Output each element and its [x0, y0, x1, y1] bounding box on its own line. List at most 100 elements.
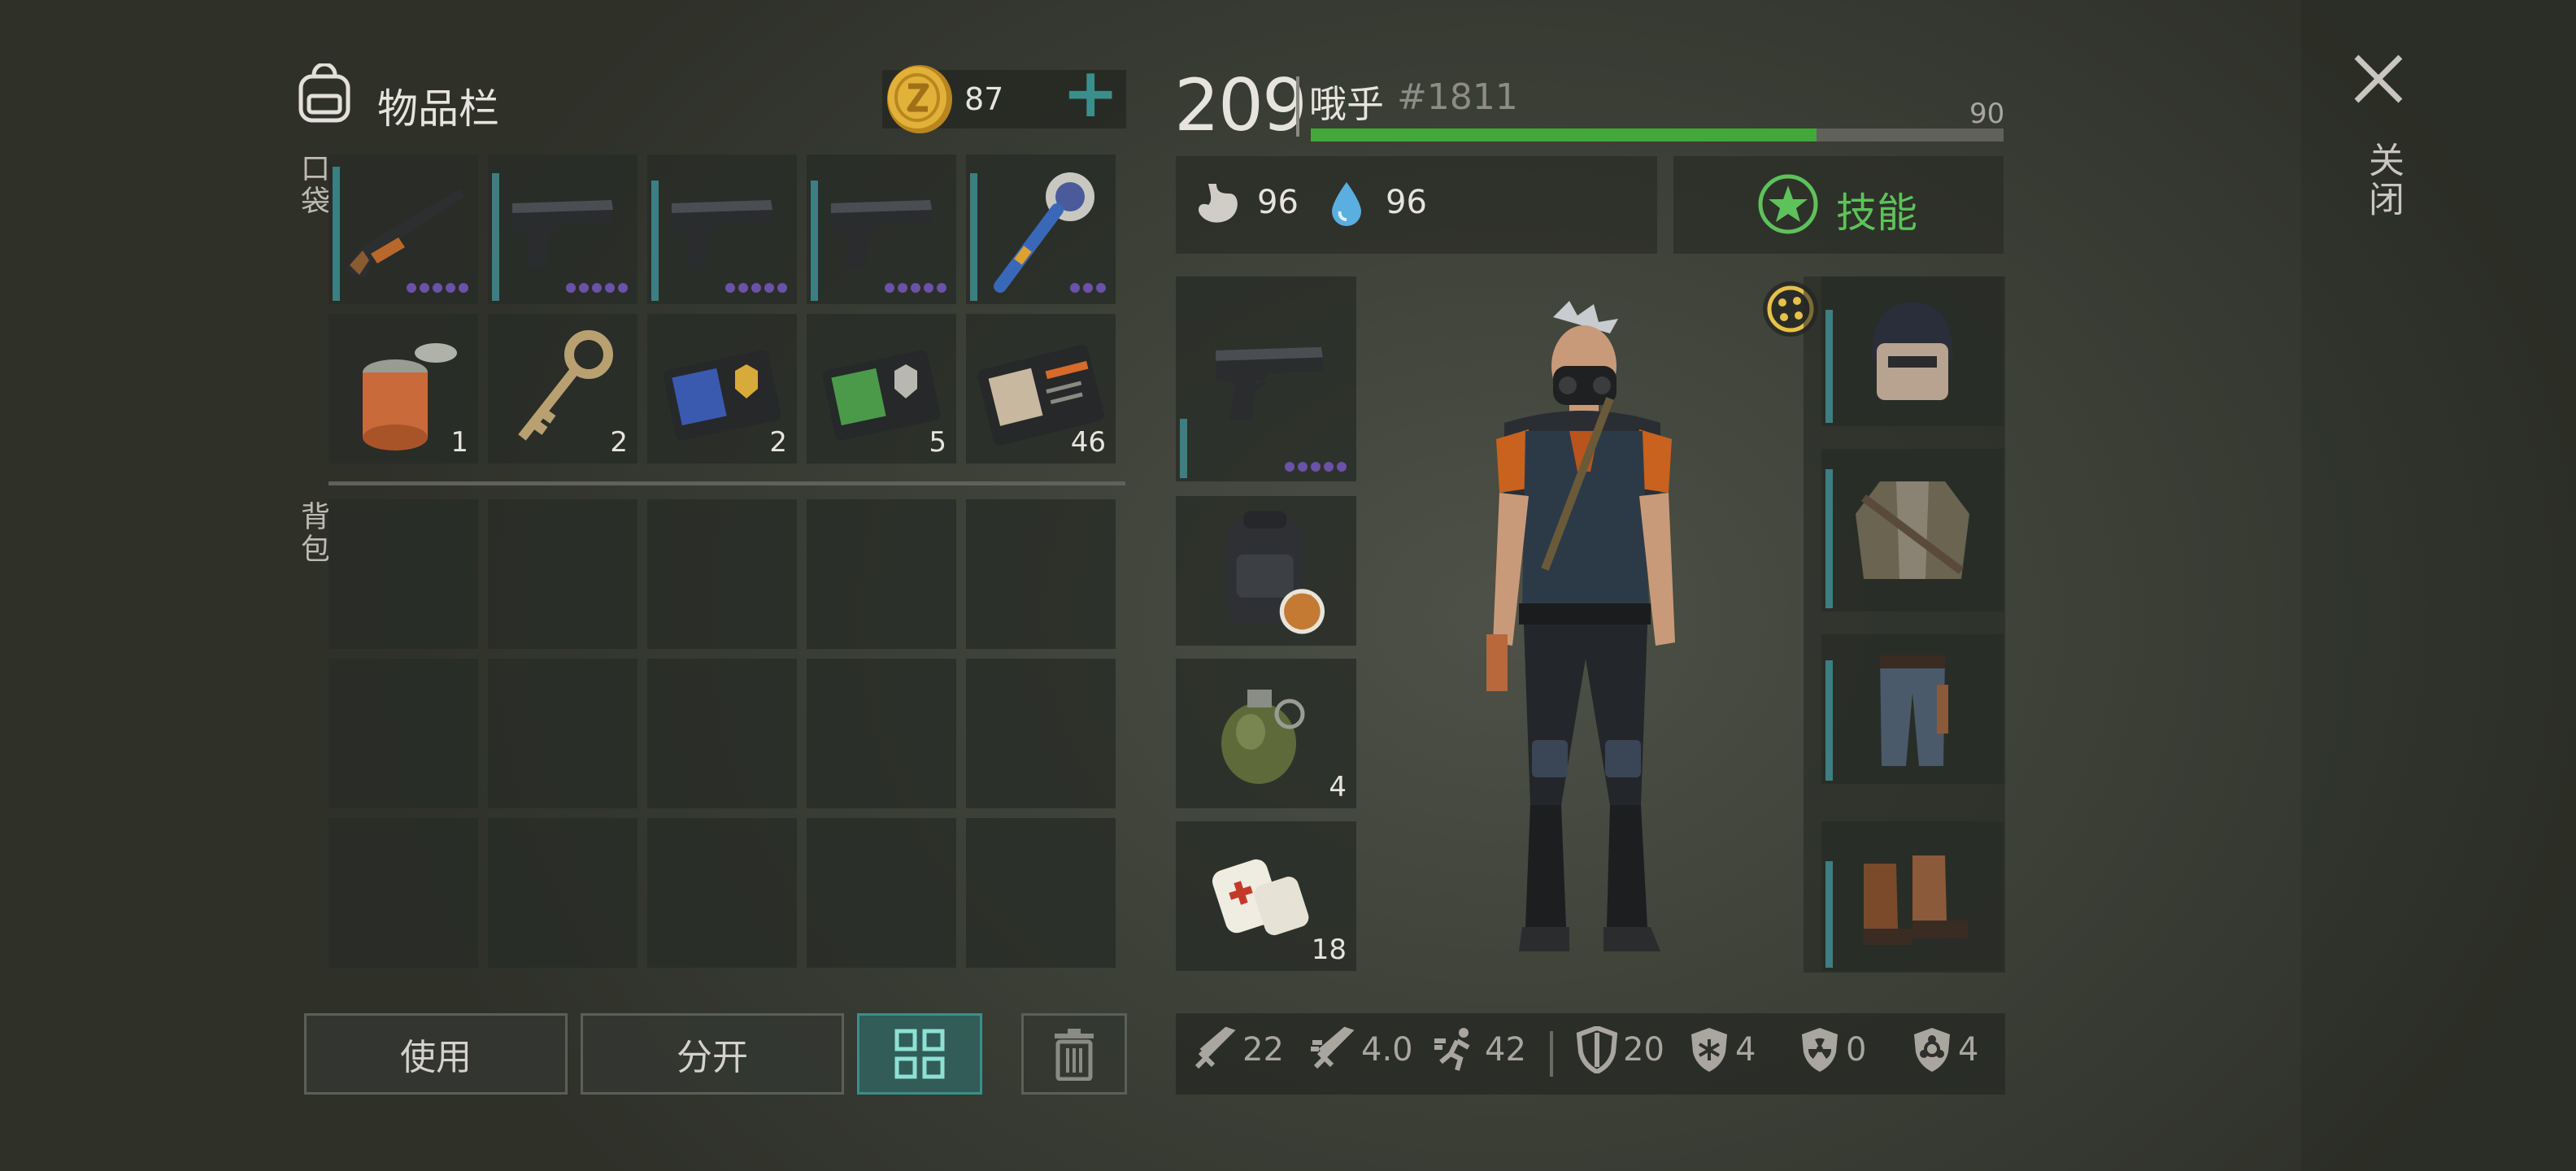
stat-cold-resist: 4 — [1688, 1026, 1756, 1073]
pockets-label: 口袋 — [296, 153, 329, 218]
backpack-slot[interactable] — [329, 818, 478, 968]
pocket-slot[interactable] — [647, 155, 797, 304]
durability-bar — [1825, 310, 1833, 423]
pocket-slot[interactable] — [329, 155, 478, 304]
durability-dots — [1070, 283, 1106, 293]
inventory-header: 物品栏 87 + — [293, 59, 1126, 135]
durability-dots — [407, 283, 468, 293]
helmet-icon — [1872, 303, 1953, 400]
stat-move-speed-value: 42 — [1485, 1031, 1526, 1069]
pocket-slot[interactable]: 2 — [488, 314, 637, 464]
armor-slot[interactable] — [1821, 276, 2004, 426]
backpack-slot[interactable] — [966, 499, 1116, 649]
swift-sword-icon — [1311, 1026, 1355, 1069]
pants-icon — [1880, 655, 1948, 766]
stat-damage: 22 — [1190, 1026, 1284, 1073]
coin-icon — [887, 65, 952, 133]
equipped-weapon-slot[interactable] — [1176, 276, 1356, 481]
pocket-slot[interactable] — [807, 155, 956, 304]
stat-attack-speed-value: 4.0 — [1361, 1031, 1413, 1069]
item-count: 5 — [929, 426, 946, 459]
backpack-slot[interactable] — [647, 659, 797, 808]
grenade-icon — [1221, 690, 1305, 784]
durability-bar — [1825, 861, 1833, 968]
blue-badge-wallet-icon — [663, 350, 781, 441]
pocket-slot[interactable] — [488, 155, 637, 304]
player-level: 209 — [1174, 63, 1308, 147]
close-label: 关闭 — [2362, 141, 2404, 220]
pistol-icon — [1216, 346, 1323, 420]
stat-defense: 20 — [1576, 1026, 1664, 1073]
split-button[interactable]: 分开 — [581, 1013, 844, 1095]
pocket-slot[interactable]: 2 — [647, 314, 797, 464]
stat-move-speed: 42 — [1433, 1026, 1526, 1073]
add-coins-button[interactable]: + — [1062, 59, 1119, 127]
backpack-slot[interactable] — [488, 818, 637, 968]
player-name: 哦乎 — [1309, 82, 1384, 126]
backpack-slot[interactable] — [807, 818, 956, 968]
xp-bar-fill — [1311, 128, 1817, 141]
stat-toxic-resist-value: 4 — [1958, 1031, 1979, 1069]
stat-defense-value: 20 — [1623, 1031, 1664, 1069]
backpack-slot[interactable] — [807, 499, 956, 649]
durability-dots — [885, 283, 946, 293]
close-button[interactable]: 关闭 — [2343, 46, 2417, 241]
trash-button[interactable] — [1021, 1013, 1127, 1095]
equipped-grenade-slot[interactable]: 4 — [1176, 659, 1356, 808]
shield-icon — [1576, 1026, 1618, 1073]
coin-count: 87 — [964, 81, 1004, 117]
armor-slot[interactable] — [1821, 821, 2004, 971]
stat-attack-speed: 4.0 — [1309, 1026, 1413, 1073]
grenade-count: 4 — [1329, 771, 1347, 803]
skills-button[interactable]: 技能 — [1673, 156, 2004, 254]
pocket-slot[interactable]: 5 — [807, 314, 956, 464]
skills-label: 技能 — [1836, 189, 1917, 237]
jacket-icon — [1856, 481, 1969, 579]
xp-bar — [1311, 128, 2004, 141]
running-icon — [1434, 1028, 1470, 1071]
backpack-slot[interactable] — [966, 818, 1116, 968]
backpack-slot[interactable] — [488, 659, 637, 808]
backpack-slot[interactable] — [488, 499, 637, 649]
backpack-slot[interactable] — [647, 818, 797, 968]
stat-cold-resist-value: 4 — [1735, 1031, 1756, 1069]
backpack-slot[interactable] — [647, 499, 797, 649]
sort-button[interactable] — [857, 1013, 982, 1095]
durability-dots — [566, 283, 628, 293]
stat-toxic-resist: 4 — [1911, 1026, 1978, 1073]
water-drop-icon — [1332, 182, 1361, 226]
snowflake-shield-icon — [1691, 1028, 1727, 1072]
item-count: 46 — [1070, 426, 1106, 459]
use-button[interactable]: 使用 — [304, 1013, 568, 1095]
backpack-slot[interactable] — [329, 499, 478, 649]
durability-dots — [725, 283, 787, 293]
backpack-slot[interactable] — [329, 659, 478, 808]
radiation-shield-icon — [1802, 1028, 1838, 1072]
stat-radiation-resist: 0 — [1799, 1026, 1866, 1073]
equipped-bandage-slot[interactable]: 18 — [1176, 821, 1356, 971]
backpack-slot[interactable] — [807, 659, 956, 808]
armor-slot[interactable] — [1821, 449, 2004, 612]
equipped-backpack-slot[interactable] — [1176, 496, 1356, 646]
pistol-icon — [831, 200, 932, 268]
durability-bar — [1825, 660, 1833, 781]
pocket-slot[interactable]: 1 — [329, 314, 478, 464]
player-character — [1486, 301, 1675, 951]
side-strip — [2301, 0, 2576, 1171]
boots-icon — [1864, 855, 1968, 945]
backpack-slot[interactable] — [966, 659, 1116, 808]
pocket-slot[interactable] — [966, 155, 1116, 304]
durability-bar — [1825, 469, 1833, 608]
stats-divider — [1550, 1031, 1553, 1077]
stomach-icon — [1199, 184, 1238, 223]
armor-slot[interactable] — [1821, 634, 2004, 784]
stat-damage-value: 22 — [1242, 1031, 1284, 1069]
inventory-title: 物品栏 — [377, 85, 499, 133]
item-count: 2 — [769, 426, 787, 459]
pocket-slot[interactable]: 46 — [966, 314, 1116, 464]
backpack-label: 背包 — [296, 501, 329, 566]
star-icon — [1758, 174, 1818, 234]
divider — [329, 481, 1125, 485]
item-count: 1 — [450, 426, 468, 459]
bandage-count: 18 — [1311, 934, 1347, 966]
